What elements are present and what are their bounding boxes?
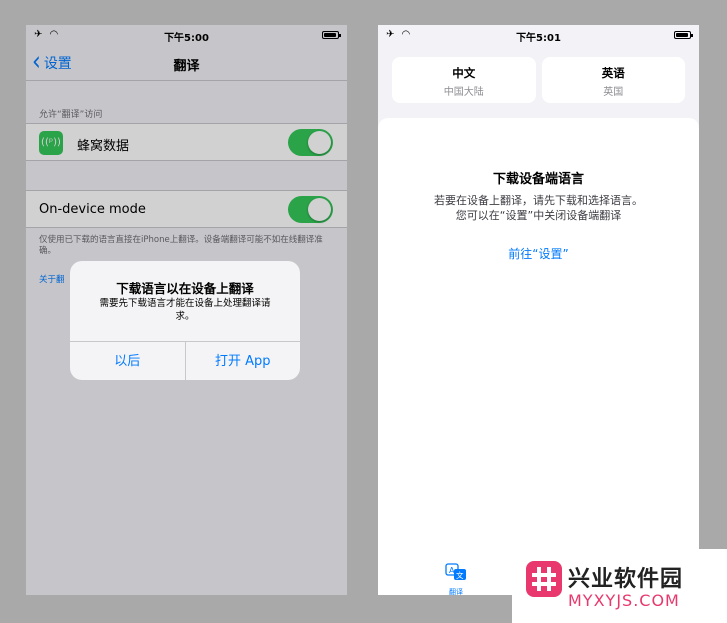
source-language-region: 中国大陆	[443, 87, 484, 98]
alert-message: 需要先下载语言才能在设备上处理翻译请求。	[99, 298, 271, 322]
language-selector: 中文 中国大陆 英语 英国	[392, 57, 685, 103]
battery-icon	[674, 31, 693, 39]
svg-text:文: 文	[456, 570, 464, 580]
source-language-button[interactable]: 中文 中国大陆	[392, 57, 536, 103]
site-logo-icon	[526, 561, 562, 597]
alert-title: 下载语言以在设备上翻译	[116, 281, 254, 296]
sheet-message-line-2: 您可以在“设置”中关闭设备端翻译	[455, 209, 622, 222]
target-language-name: 英语	[601, 66, 625, 80]
alert-actions: 以后 打开 App	[70, 341, 300, 380]
source-language-name: 中文	[452, 66, 476, 80]
sheet-message: 若要在设备上翻译，请先下载和选择语言。 您可以在“设置”中关闭设备端翻译	[398, 193, 679, 223]
tab-translate[interactable]: A 文 翻译	[440, 563, 472, 595]
later-button[interactable]: 以后	[70, 342, 185, 380]
sheet-title: 下载设备端语言	[492, 172, 584, 187]
target-language-button[interactable]: 英语 英国	[541, 57, 685, 103]
watermark-domain: MYXYJS.COM	[568, 591, 680, 610]
go-to-settings-link[interactable]: 前往“设置”	[378, 245, 699, 262]
status-time: 下午5:01	[516, 33, 561, 44]
content-sheet	[378, 118, 699, 595]
open-app-button[interactable]: 打开 App	[184, 342, 301, 380]
watermark: 兴业软件园 MYXYJS.COM	[512, 549, 727, 623]
sheet-message-line-1: 若要在设备上翻译，请先下载和选择语言。	[434, 194, 643, 207]
download-alert: 下载语言以在设备上翻译 需要先下载语言才能在设备上处理翻译请求。 以后 打开 A…	[70, 261, 300, 380]
status-bar: ✈ ◠ 下午5:01	[378, 25, 699, 45]
target-language-region: 英国	[603, 87, 624, 98]
translate-app-screen: ✈ ◠ 下午5:01 中文 中国大陆 英语 英国 下载设备端语言 若要在设备上翻…	[378, 25, 699, 595]
settings-screen: ✈ ◠ 下午5:00 ‹ 设置 翻译 允许“翻译”访问 ((ᵖ)) 蜂窝数据 O…	[26, 25, 347, 595]
translate-icon: A 文	[445, 563, 466, 580]
watermark-title: 兴业软件园	[568, 567, 684, 592]
tab-translate-label: 翻译	[449, 588, 463, 595]
